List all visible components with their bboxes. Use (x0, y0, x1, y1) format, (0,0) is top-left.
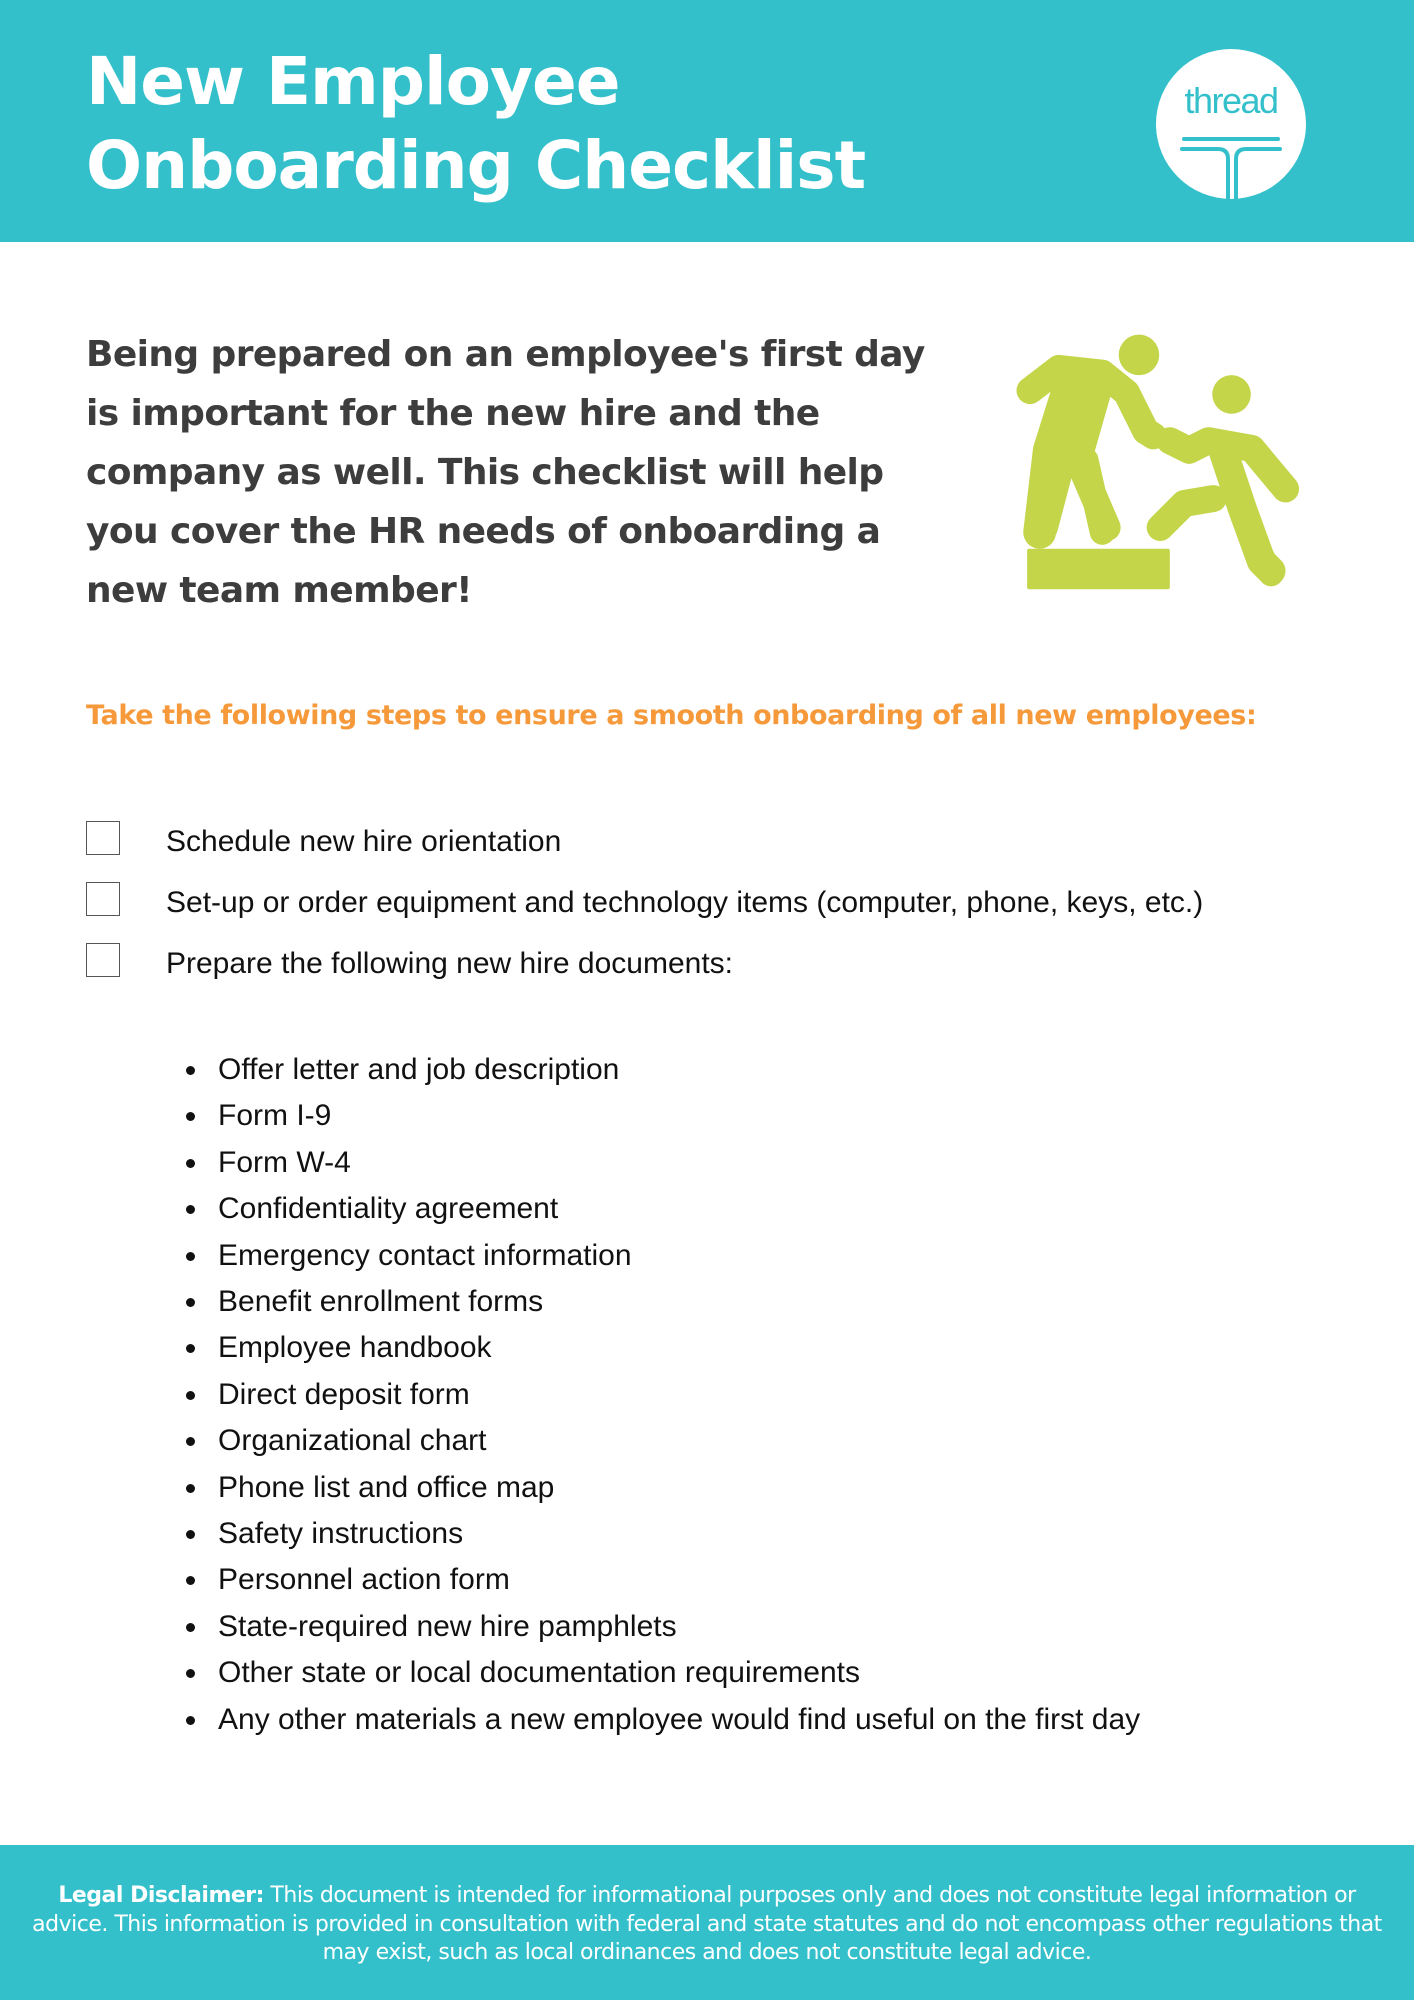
checklist-item: Schedule new hire orientation (86, 812, 1336, 872)
checkbox[interactable] (86, 821, 120, 855)
thread-logo: thread (1156, 49, 1306, 199)
document-item: Emergency contact information (186, 1233, 1140, 1279)
document-label: Confidentiality agreement (218, 1192, 559, 1226)
bullet-icon (186, 1483, 195, 1493)
document-item: Benefit enrollment forms (186, 1279, 1140, 1325)
document-label: Organizational chart (218, 1424, 487, 1458)
disclaimer-label: Legal Disclaimer: (58, 1883, 264, 1908)
bullet-icon (186, 1298, 195, 1308)
document-item: Confidentiality agreement (186, 1186, 1140, 1232)
document-label: Emergency contact information (218, 1238, 632, 1272)
bullet-icon (186, 1251, 195, 1261)
bullet-icon (186, 1576, 195, 1586)
document-label: Employee handbook (218, 1331, 492, 1365)
header-banner: New Employee Onboarding Checklist thread (0, 0, 1414, 242)
document-label: Form I-9 (218, 1099, 332, 1133)
document-item: Personnel action form (186, 1557, 1140, 1603)
document-label: Personnel action form (218, 1563, 510, 1597)
document-label: Safety instructions (218, 1517, 464, 1551)
bullet-icon (186, 1344, 195, 1354)
bullet-icon (186, 1205, 195, 1215)
logo-t-mark-icon (1180, 137, 1282, 199)
bullet-icon (186, 1158, 195, 1168)
document-label: Any other materials a new employee would… (218, 1702, 1141, 1736)
document-item: Any other materials a new employee would… (186, 1697, 1140, 1743)
title-line-1: New Employee (86, 43, 621, 120)
document-label: Other state or local documentation requi… (218, 1656, 860, 1690)
document-item: Offer letter and job description (186, 1047, 1140, 1093)
document-item: Direct deposit form (186, 1372, 1140, 1418)
document-label: Form W-4 (218, 1145, 351, 1179)
bullet-icon (186, 1530, 195, 1540)
checkbox[interactable] (86, 943, 120, 977)
onboarding-checklist: Schedule new hire orientation Set-up or … (86, 812, 1336, 994)
bullet-icon (186, 1437, 195, 1447)
document-label: Direct deposit form (218, 1377, 470, 1411)
bullet-icon (186, 1066, 195, 1075)
document-item: Form W-4 (186, 1140, 1140, 1186)
helping-hand-climb-icon (1016, 334, 1300, 590)
page-title: New Employee Onboarding Checklist (86, 40, 866, 208)
bullet-icon (186, 1669, 195, 1679)
bullet-icon (186, 1715, 195, 1725)
document-label: Benefit enrollment forms (218, 1285, 544, 1319)
document-item: Organizational chart (186, 1418, 1140, 1464)
document-item: Other state or local documentation requi… (186, 1650, 1140, 1696)
checklist-item-label: Schedule new hire orientation (166, 825, 562, 858)
checklist-item-label: Prepare the following new hire documents… (166, 947, 733, 980)
document-item: Employee handbook (186, 1325, 1140, 1371)
steps-subheading: Take the following steps to ensure a smo… (86, 700, 1257, 731)
intro-paragraph: Being prepared on an employee's first da… (86, 334, 925, 611)
checklist-item-label: Set-up or order equipment and technology… (166, 886, 1204, 919)
document-item: Form I-9 (186, 1093, 1140, 1139)
document-item: Safety instructions (186, 1511, 1140, 1557)
bullet-icon (186, 1390, 195, 1400)
documents-list: Offer letter and job description Form I-… (186, 1047, 1140, 1743)
checklist-item: Prepare the following new hire documents… (86, 934, 1336, 994)
document-item: Phone list and office map (186, 1465, 1140, 1511)
legal-disclaimer: Legal Disclaimer: This document is inten… (30, 1882, 1384, 1968)
bullet-icon (186, 1112, 195, 1122)
checkbox[interactable] (86, 882, 120, 916)
bullet-icon (186, 1622, 195, 1632)
document-label: Phone list and office map (218, 1470, 555, 1504)
document-label: Offer letter and job description (218, 1053, 620, 1086)
document-label: State-required new hire pamphlets (218, 1609, 677, 1643)
document-item: State-required new hire pamphlets (186, 1604, 1140, 1650)
checklist-item: Set-up or order equipment and technology… (86, 873, 1336, 933)
title-line-2: Onboarding Checklist (86, 127, 866, 204)
footer-banner: Legal Disclaimer: This document is inten… (0, 1845, 1414, 2000)
